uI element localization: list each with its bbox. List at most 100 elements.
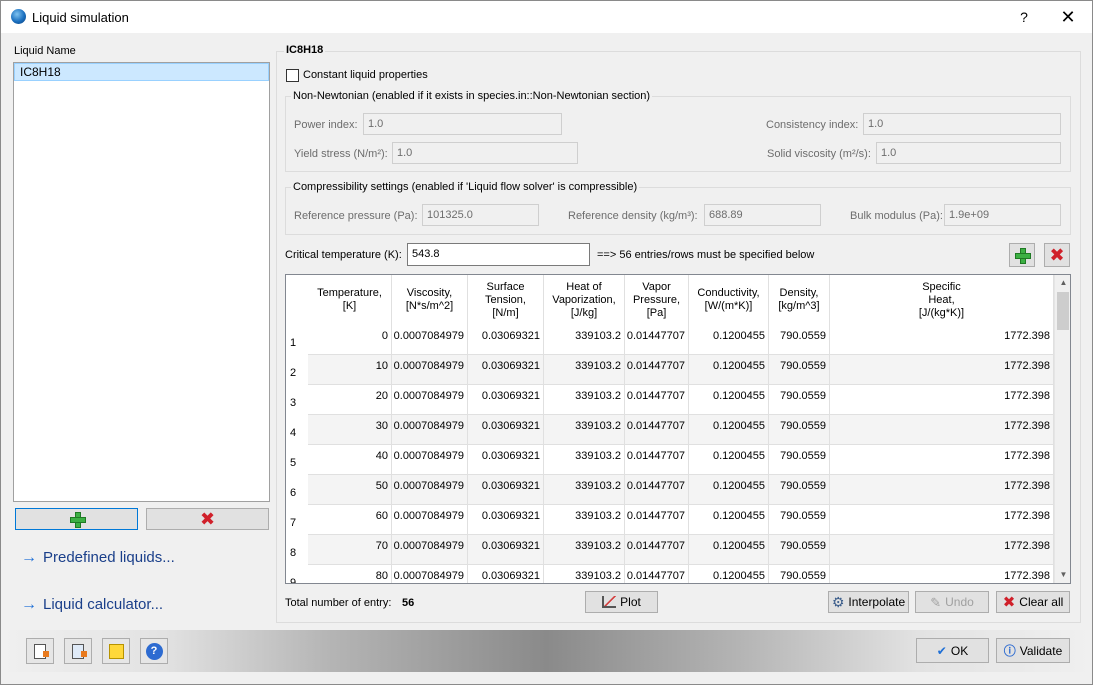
reference-density-field[interactable]: 688.89 (704, 204, 821, 226)
table-cell[interactable]: 0.01447707 (625, 475, 689, 505)
table-cell[interactable]: 339103.2 (544, 445, 625, 475)
table-cell[interactable]: 0.03069321 (468, 475, 544, 505)
row-number[interactable]: 6 (286, 487, 308, 499)
consistency-index-field[interactable]: 1.0 (863, 113, 1061, 135)
table-cell[interactable]: 339103.2 (544, 385, 625, 415)
table-cell[interactable]: 1772.398 (830, 415, 1054, 445)
table-cell[interactable]: 0.01447707 (625, 565, 689, 583)
table-cell[interactable]: 0.1200455 (689, 325, 769, 355)
table-cell[interactable]: 339103.2 (544, 325, 625, 355)
table-cell[interactable]: 0.0007084979 (392, 445, 468, 475)
table-cell[interactable]: 1772.398 (830, 535, 1054, 565)
table-cell[interactable]: 790.0559 (769, 565, 830, 583)
table-cell[interactable]: 1772.398 (830, 355, 1054, 385)
row-number[interactable]: 5 (286, 457, 308, 469)
predefined-liquids-link[interactable]: → Predefined liquids... (21, 549, 175, 567)
preview-button[interactable] (64, 638, 92, 664)
table-cell[interactable]: 339103.2 (544, 505, 625, 535)
row-number[interactable]: 8 (286, 547, 308, 559)
table-cell[interactable]: 0.1200455 (689, 535, 769, 565)
table-cell[interactable]: 0.03069321 (468, 565, 544, 583)
close-button[interactable]: ✕ (1055, 5, 1081, 29)
table-cell[interactable]: 790.0559 (769, 325, 830, 355)
row-number[interactable]: 2 (286, 367, 308, 379)
constant-properties-checkbox[interactable] (286, 69, 299, 82)
table-cell[interactable]: 0.1200455 (689, 385, 769, 415)
column-header[interactable]: Temperature, [K] (308, 275, 392, 325)
table-cell[interactable]: 339103.2 (544, 565, 625, 583)
column-header[interactable]: Conductivity, [W/(m*K)] (689, 275, 769, 325)
yield-stress-field[interactable]: 1.0 (392, 142, 578, 164)
table-cell[interactable]: 0.0007084979 (392, 385, 468, 415)
table-cell[interactable]: 0.1200455 (689, 475, 769, 505)
power-index-field[interactable]: 1.0 (363, 113, 562, 135)
remove-liquid-button[interactable]: ✖ (146, 508, 269, 530)
column-header[interactable]: Density, [kg/m^3] (769, 275, 830, 325)
table-cell[interactable]: 70 (308, 535, 392, 565)
table-cell[interactable]: 0.0007084979 (392, 475, 468, 505)
liquid-list-item[interactable]: IC8H18 (14, 63, 269, 81)
undo-button[interactable]: ✎ Undo (915, 591, 989, 613)
scroll-down-icon[interactable]: ▼ (1055, 567, 1070, 583)
row-number[interactable]: 3 (286, 397, 308, 409)
liquid-list[interactable]: IC8H18 (13, 62, 270, 502)
table-cell[interactable]: 0.1200455 (689, 355, 769, 385)
table-cell[interactable]: 1772.398 (830, 445, 1054, 475)
plot-button[interactable]: Plot (585, 591, 658, 613)
table-cell[interactable]: 339103.2 (544, 355, 625, 385)
liquid-calculator-link[interactable]: → Liquid calculator... (21, 596, 163, 614)
table-cell[interactable]: 1772.398 (830, 325, 1054, 355)
table-cell[interactable]: 30 (308, 415, 392, 445)
table-cell[interactable]: 790.0559 (769, 355, 830, 385)
table-cell[interactable]: 790.0559 (769, 505, 830, 535)
table-cell[interactable]: 0.03069321 (468, 445, 544, 475)
column-header[interactable]: Vapor Pressure, [Pa] (625, 275, 689, 325)
property-table[interactable]: Temperature, [K] Viscosity, [N*s/m^2] Surf… (285, 274, 1071, 584)
table-cell[interactable]: 80 (308, 565, 392, 583)
table-cell[interactable]: 0.1200455 (689, 415, 769, 445)
table-cell[interactable]: 1772.398 (830, 505, 1054, 535)
column-header[interactable]: Specific Heat, [J/(kg*K)] (830, 275, 1054, 325)
table-cell[interactable]: 0.01447707 (625, 325, 689, 355)
table-cell[interactable]: 0.0007084979 (392, 415, 468, 445)
table-cell[interactable]: 1772.398 (830, 565, 1054, 583)
table-cell[interactable]: 0.03069321 (468, 535, 544, 565)
table-cell[interactable]: 0.0007084979 (392, 565, 468, 583)
row-number[interactable]: 7 (286, 517, 308, 529)
table-cell[interactable]: 0.01447707 (625, 445, 689, 475)
column-header[interactable]: Surface Tension, [N/m] (468, 275, 544, 325)
table-cell[interactable]: 0.1200455 (689, 565, 769, 583)
table-cell[interactable]: 0.0007084979 (392, 505, 468, 535)
table-cell[interactable]: 790.0559 (769, 475, 830, 505)
notes-button[interactable] (102, 638, 130, 664)
scroll-up-icon[interactable]: ▲ (1055, 275, 1070, 291)
reference-pressure-field[interactable]: 101325.0 (422, 204, 539, 226)
table-cell[interactable]: 0.03069321 (468, 355, 544, 385)
clear-all-button[interactable]: ✖ Clear all (996, 591, 1070, 613)
row-number[interactable]: 9 (286, 577, 308, 583)
table-cell[interactable]: 0.03069321 (468, 415, 544, 445)
add-liquid-button[interactable] (15, 508, 138, 530)
ok-button[interactable]: ✔ OK (916, 638, 989, 663)
scroll-thumb[interactable] (1057, 292, 1069, 330)
table-cell[interactable]: 339103.2 (544, 415, 625, 445)
solid-viscosity-field[interactable]: 1.0 (876, 142, 1061, 164)
interpolate-button[interactable]: ⚙ Interpolate (828, 591, 909, 613)
column-header[interactable]: Viscosity, [N*s/m^2] (392, 275, 468, 325)
help-icon-button[interactable]: ? (140, 638, 168, 664)
row-number[interactable]: 1 (286, 337, 308, 349)
help-button[interactable]: ? (1013, 5, 1035, 29)
table-cell[interactable]: 1772.398 (830, 475, 1054, 505)
table-cell[interactable]: 0.01447707 (625, 505, 689, 535)
table-cell[interactable]: 40 (308, 445, 392, 475)
bulk-modulus-field[interactable]: 1.9e+09 (944, 204, 1061, 226)
table-cell[interactable]: 339103.2 (544, 535, 625, 565)
table-cell[interactable]: 0.03069321 (468, 325, 544, 355)
validate-button[interactable]: ⓘ Validate (996, 638, 1070, 663)
table-cell[interactable]: 0.1200455 (689, 505, 769, 535)
table-cell[interactable]: 1772.398 (830, 385, 1054, 415)
table-cell[interactable]: 790.0559 (769, 415, 830, 445)
table-cell[interactable]: 20 (308, 385, 392, 415)
table-cell[interactable]: 50 (308, 475, 392, 505)
table-cell[interactable]: 0.01447707 (625, 355, 689, 385)
